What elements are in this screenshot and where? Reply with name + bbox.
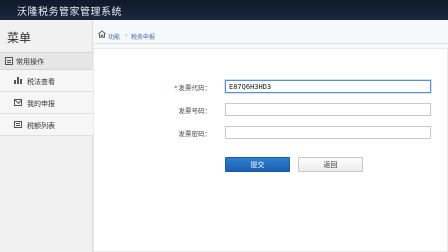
list-icon [14,121,22,128]
sidebar: 菜单 常用操作 税法查看 我的申报 税额列表 [0,20,93,252]
invoice-number-input[interactable] [225,103,431,116]
invoice-code-input[interactable]: E87Q6H3HD3 [225,80,431,93]
sidebar-item-tax-law[interactable]: 税法查看 [0,70,93,92]
breadcrumb-separator: › [125,32,128,39]
list-box-icon [5,57,13,65]
sidebar-item-my-declaration[interactable]: 我的申报 [0,92,93,114]
invoice-code-label: *发票代码： [174,84,211,92]
back-button[interactable]: 返回 [298,157,363,172]
sidebar-group-label: 常用操作 [16,58,44,66]
breadcrumb: 功能 › 税务申报 [93,27,448,44]
submit-button[interactable]: 提交 [225,157,290,172]
app-title: 沃隆税务管家管理系统 [17,7,122,18]
invoice-password-label: 发票密码： [178,130,212,138]
home-icon [98,30,106,38]
required-mark: * [174,84,178,92]
main-content: 功能 › 税务申报 *发票代码： E87Q6H3HD3 发票号码： 发票密码： … [93,20,448,252]
sidebar-item-tax-list[interactable]: 税额列表 [0,114,93,136]
invoice-number-label: 发票号码： [178,107,212,115]
sidebar-item-label: 税法查看 [27,78,55,86]
sidebar-item-label: 税额列表 [27,122,55,130]
form-panel: *发票代码： E87Q6H3HD3 发票号码： 发票密码： 提交 返回 [93,48,448,252]
breadcrumb-item-tax-declaration[interactable]: 税务申报 [131,32,155,41]
mail-icon [14,99,22,106]
top-bar: 沃隆税务管家管理系统 [0,0,448,20]
sidebar-header: 菜单 [0,20,93,48]
sidebar-group-common[interactable]: 常用操作 [0,52,93,70]
sidebar-title: 菜单 [7,31,32,45]
bar-chart-icon [14,77,22,84]
breadcrumb-item-function[interactable]: 功能 [108,32,120,41]
invoice-password-input[interactable] [225,126,431,139]
sidebar-item-label: 我的申报 [27,100,55,108]
